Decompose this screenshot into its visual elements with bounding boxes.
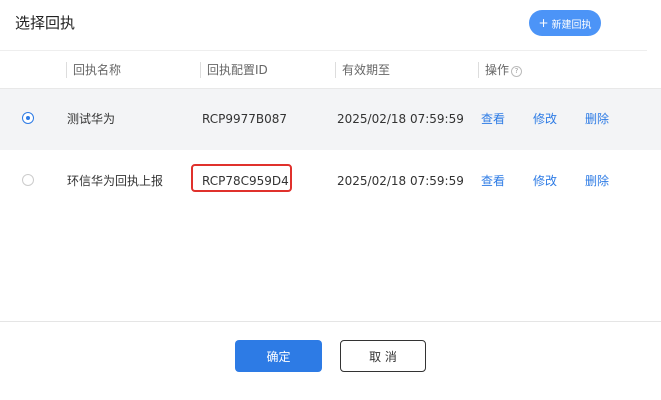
table-row[interactable]: 测试华为 RCP9977B087 2025/02/18 07:59:59 查看 … xyxy=(0,89,661,150)
row-radio-selected[interactable] xyxy=(22,112,34,124)
column-header-actions-label: 操作 xyxy=(485,63,510,77)
row-radio-unselected[interactable] xyxy=(22,174,34,186)
column-header-expiry: 有效期至 xyxy=(335,62,390,78)
footer-divider xyxy=(0,321,661,322)
column-header-actions: 操作? xyxy=(478,62,523,78)
receipt-name: 测试华为 xyxy=(67,112,116,126)
new-receipt-label: 新建回执 xyxy=(551,19,592,31)
confirm-button[interactable]: 确定 xyxy=(235,340,322,372)
column-header-config-id: 回执配置ID xyxy=(200,62,268,78)
receipt-name: 环信华为回执上报 xyxy=(67,174,164,188)
receipt-config-id: RCP78C959D4 xyxy=(202,174,289,188)
edit-link[interactable]: 修改 xyxy=(533,173,557,189)
receipt-expiry: 2025/02/18 07:59:59 xyxy=(337,174,464,188)
receipt-table: 回执名称 回执配置ID 有效期至 操作? 测试华为 RCP9977B087 20… xyxy=(0,51,661,212)
dialog-title: 选择回执 xyxy=(15,14,76,32)
view-link[interactable]: 查看 xyxy=(481,111,505,127)
receipt-config-id: RCP9977B087 xyxy=(202,112,288,126)
delete-link[interactable]: 删除 xyxy=(585,173,609,189)
view-link[interactable]: 查看 xyxy=(481,173,505,189)
table-row[interactable]: 环信华为回执上报 RCP78C959D4 2025/02/18 07:59:59… xyxy=(0,150,661,212)
delete-link[interactable]: 删除 xyxy=(585,111,609,127)
column-header-name: 回执名称 xyxy=(66,62,121,78)
plus-icon: + xyxy=(538,16,549,30)
cancel-button[interactable]: 取 消 xyxy=(340,340,426,372)
edit-link[interactable]: 修改 xyxy=(533,111,557,127)
question-icon[interactable]: ? xyxy=(511,66,523,77)
select-receipt-dialog: 选择回执 + 新建回执 回执名称 回执配置ID 有效期至 操作? 测试华为 RC… xyxy=(0,0,661,400)
new-receipt-button[interactable]: + 新建回执 xyxy=(529,10,601,36)
receipt-expiry: 2025/02/18 07:59:59 xyxy=(337,112,464,126)
table-header: 回执名称 回执配置ID 有效期至 操作? xyxy=(0,51,661,89)
